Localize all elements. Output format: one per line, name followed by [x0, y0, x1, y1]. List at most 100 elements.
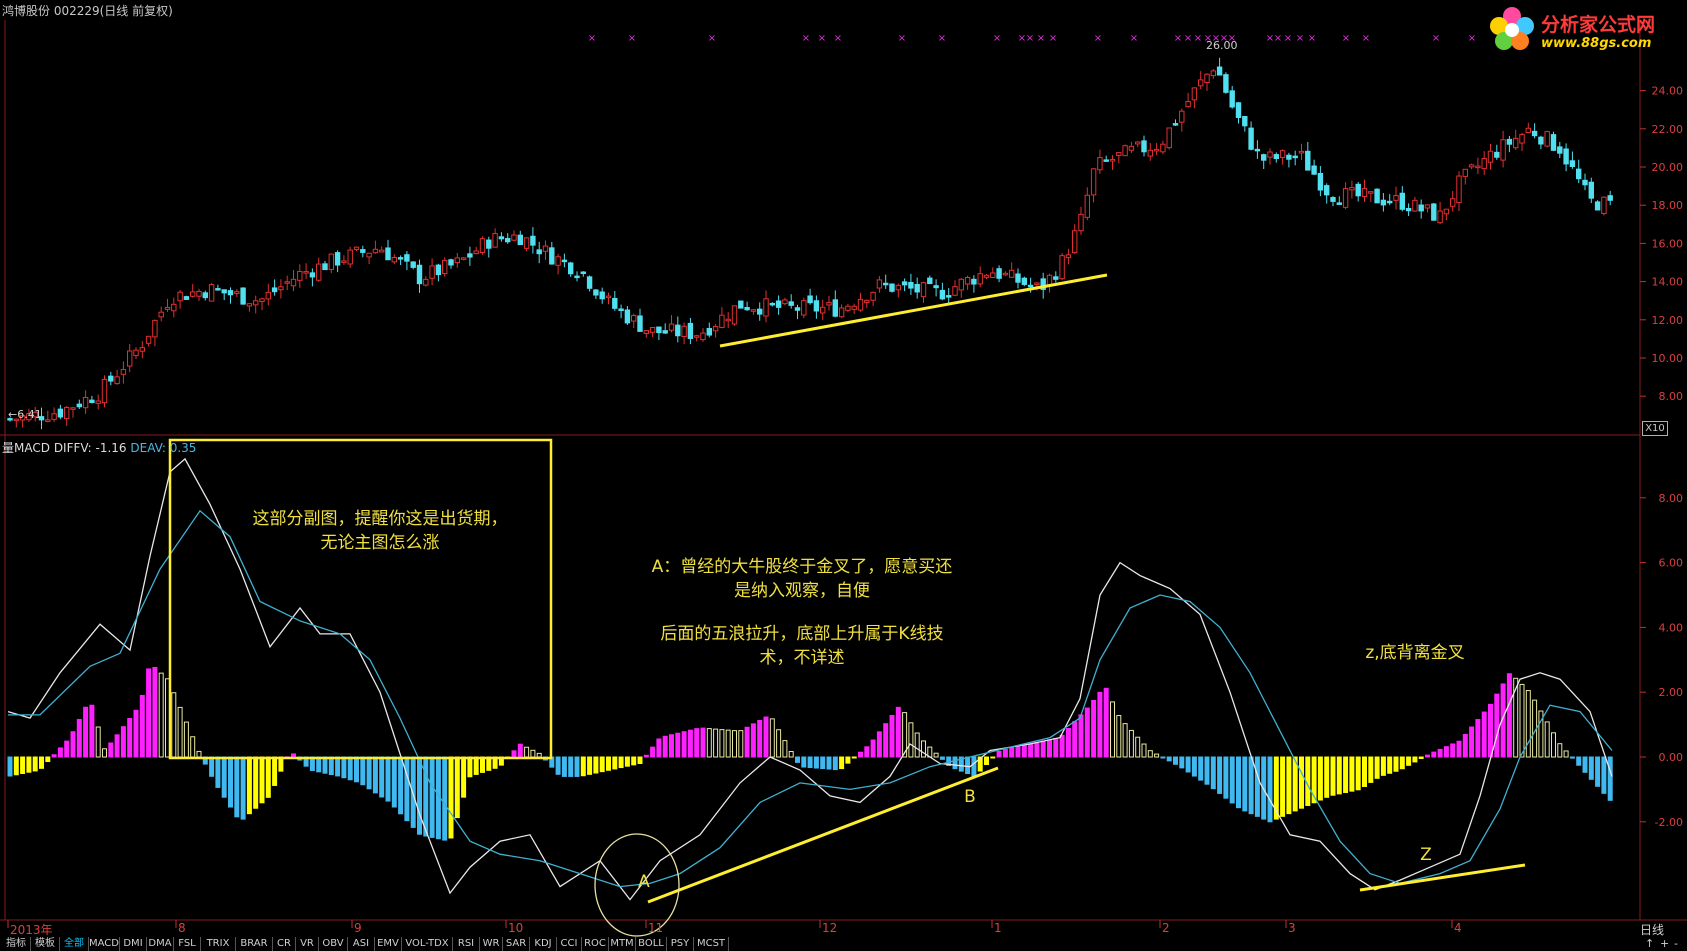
- period-label[interactable]: 日线: [1640, 921, 1664, 938]
- chart-canvas[interactable]: 24.0022.0020.0018.0016.0014.0012.0010.00…: [0, 0, 1687, 951]
- histogram-bar: [467, 756, 473, 778]
- candle-body: [240, 287, 246, 305]
- tab-dma[interactable]: DMA: [147, 937, 174, 951]
- candle-body: [1481, 157, 1487, 170]
- candle-body: [1072, 230, 1078, 254]
- candle-body: [977, 273, 983, 285]
- candle-body: [1355, 183, 1361, 197]
- tab-dmi[interactable]: DMI: [120, 937, 147, 951]
- histogram-bar: [341, 756, 347, 779]
- signal-marker: ×: [938, 33, 946, 44]
- zoom-out-control[interactable]: -: [1674, 937, 1678, 950]
- tab-asi[interactable]: ASI: [348, 937, 375, 951]
- tab-trix[interactable]: TRIX: [201, 937, 236, 951]
- flower-logo-icon: [1490, 7, 1534, 50]
- histogram-bar: [725, 729, 731, 758]
- candle-body: [1519, 133, 1525, 144]
- candle-body: [391, 257, 398, 263]
- histogram-bar: [738, 730, 744, 758]
- signal-marker: ×: [588, 33, 596, 44]
- histogram-bar: [1009, 747, 1015, 758]
- histogram-bar: [45, 756, 51, 763]
- candle-body: [1204, 73, 1210, 84]
- tab-全部[interactable]: 全部: [60, 937, 89, 951]
- histogram-bar: [1406, 756, 1412, 766]
- tab-boll[interactable]: BOLL: [636, 937, 667, 951]
- tab-mtm[interactable]: MTM: [609, 937, 636, 951]
- price-tick-label: 10.00: [1652, 352, 1684, 365]
- tab-kdj[interactable]: KDJ: [530, 937, 557, 951]
- histogram-bar: [190, 736, 196, 758]
- date-axis-ticks: [7, 920, 1453, 928]
- tab-指标[interactable]: 指标: [2, 937, 31, 951]
- tab-fsl[interactable]: FSL: [174, 937, 201, 951]
- histogram-bar: [675, 732, 681, 758]
- distribution-period-box: [168, 438, 553, 760]
- tab-vr[interactable]: VR: [296, 937, 319, 951]
- histogram-bar: [1179, 756, 1185, 769]
- histogram-bar: [1519, 683, 1525, 758]
- candle-body: [397, 257, 404, 260]
- signal-marker: ×: [1296, 33, 1304, 44]
- scale-badge[interactable]: X10: [1642, 421, 1668, 436]
- tab-sar[interactable]: SAR: [503, 937, 530, 951]
- candle-body: [1437, 210, 1443, 224]
- candle-body: [1279, 150, 1286, 158]
- candle-body: [120, 369, 127, 375]
- histogram-bar: [1141, 743, 1147, 758]
- tab-emv[interactable]: EMV: [375, 937, 402, 951]
- histogram-bar: [669, 734, 674, 758]
- histogram-bar: [1110, 701, 1115, 758]
- candle-body: [1216, 66, 1223, 76]
- tab-macd[interactable]: MACD: [89, 937, 120, 951]
- histogram-bar: [713, 728, 719, 758]
- histogram-bar: [410, 756, 416, 828]
- tab-obv[interactable]: OBV: [319, 937, 348, 951]
- histogram-bar: [1462, 734, 1468, 758]
- candle-body: [1588, 181, 1594, 199]
- histogram-bar: [209, 756, 215, 777]
- histogram-bar: [240, 756, 246, 820]
- box-annotation: 这部分副图，提醒你这是出货期，无论主图怎么涨: [252, 509, 508, 553]
- tab-roc[interactable]: ROC: [582, 937, 609, 951]
- histogram-bar: [1425, 754, 1430, 758]
- tab-模板[interactable]: 模板: [31, 937, 60, 951]
- tab-rsi[interactable]: RSI: [453, 937, 480, 951]
- candle-body: [813, 300, 820, 312]
- scroll-up-control[interactable]: ↑: [1645, 937, 1654, 950]
- candle-body: [555, 256, 561, 266]
- candle-body: [486, 239, 492, 249]
- histogram-bar: [152, 666, 158, 758]
- signal-marker: ×: [993, 33, 1001, 44]
- candle-body: [227, 290, 234, 296]
- histogram-bar: [7, 756, 13, 777]
- histogram-bar: [360, 756, 366, 786]
- candle-body: [1172, 123, 1179, 126]
- tab-cr[interactable]: CR: [273, 937, 296, 951]
- tab-psy[interactable]: PSY: [667, 937, 694, 951]
- candle-body: [838, 307, 845, 318]
- candle-body: [1059, 255, 1065, 280]
- candle-body: [448, 259, 454, 266]
- signal-marker: ×: [628, 33, 636, 44]
- candle-body: [775, 300, 782, 308]
- candle-body: [631, 315, 637, 322]
- tab-mcst[interactable]: MCST: [694, 937, 729, 951]
- macd-histogram: [7, 666, 1613, 841]
- histogram-bar: [328, 756, 334, 776]
- tab-vol-tdx[interactable]: VOL-TDX: [402, 937, 453, 951]
- tab-brar[interactable]: BRAR: [236, 937, 273, 951]
- histogram-bar: [769, 718, 775, 758]
- candle-body: [1210, 70, 1216, 77]
- histogram-bar: [782, 740, 788, 758]
- price-axis-ticks: 24.00 22.00 20.00 18.00 16.00 14.00 12.00 10.00…: [1640, 85, 1684, 403]
- candle-body: [851, 305, 857, 310]
- candle-body: [1324, 185, 1330, 196]
- tab-cci[interactable]: CCI: [557, 937, 582, 951]
- candle-body: [1179, 110, 1185, 123]
- candle-body: [1500, 139, 1506, 161]
- date-label: 9: [354, 921, 362, 935]
- zoom-in-control[interactable]: +: [1660, 937, 1669, 950]
- histogram-bar: [1355, 756, 1361, 791]
- tab-wr[interactable]: WR: [480, 937, 503, 951]
